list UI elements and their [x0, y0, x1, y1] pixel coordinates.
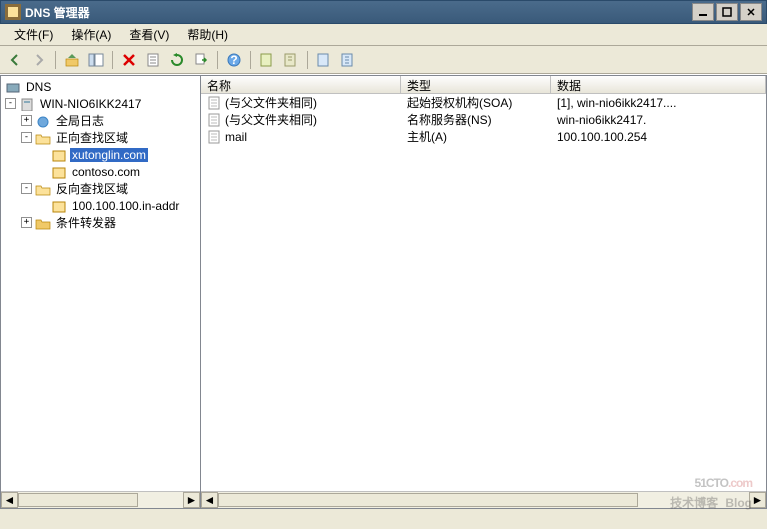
- tree-zone-contoso[interactable]: contoso.com: [1, 163, 200, 180]
- menu-help[interactable]: 帮助(H): [179, 24, 236, 45]
- up-button[interactable]: [61, 49, 83, 71]
- new-record-button[interactable]: [280, 49, 302, 71]
- svg-text:?: ?: [230, 53, 237, 67]
- title-bar: DNS 管理器: [0, 0, 767, 24]
- minimize-button[interactable]: [692, 3, 714, 21]
- collapse-icon[interactable]: -: [21, 132, 32, 143]
- maximize-button[interactable]: [716, 3, 738, 21]
- find-button[interactable]: [337, 49, 359, 71]
- record-name: (与父文件夹相同): [225, 111, 317, 128]
- folder-open-icon: [35, 131, 51, 145]
- tree-global-log[interactable]: + 全局日志: [1, 112, 200, 129]
- record-icon: [207, 96, 221, 110]
- export-button[interactable]: [190, 49, 212, 71]
- collapse-icon[interactable]: -: [5, 98, 16, 109]
- scroll-right-icon[interactable]: ►: [183, 492, 200, 508]
- zone-icon: [51, 199, 67, 213]
- scroll-left-icon[interactable]: ◄: [1, 492, 18, 508]
- dns-icon: [5, 80, 21, 94]
- refresh-button[interactable]: [166, 49, 188, 71]
- tree-server[interactable]: - WIN-NIO6IKK2417: [1, 95, 200, 112]
- back-button[interactable]: [4, 49, 26, 71]
- record-row[interactable]: mail 主机(A) 100.100.100.254: [201, 128, 766, 145]
- toolbar: ?: [0, 46, 767, 74]
- scroll-left-icon[interactable]: ◄: [201, 492, 218, 508]
- tree-panel: DNS - WIN-NIO6IKK2417 + 全局日志 - 正向查找区域: [0, 75, 200, 509]
- scroll-right-icon[interactable]: ►: [749, 492, 766, 508]
- zone-icon: [51, 165, 67, 179]
- folder-open-icon: [35, 182, 51, 196]
- menu-bar: 文件(F) 操作(A) 查看(V) 帮助(H): [0, 24, 767, 46]
- expand-icon[interactable]: +: [21, 115, 32, 126]
- record-name: mail: [225, 130, 247, 144]
- tree-reverse-zones[interactable]: - 反向查找区域: [1, 180, 200, 197]
- list-panel: 名称 类型 数据 (与父文件夹相同) 起始授权机构(SOA) [1], win-ni…: [200, 75, 767, 509]
- help-button[interactable]: ?: [223, 49, 245, 71]
- tree-reverse-zone-100[interactable]: 100.100.100.in-addr: [1, 197, 200, 214]
- record-icon: [207, 113, 221, 127]
- window-title: DNS 管理器: [25, 4, 692, 21]
- log-icon: [35, 114, 51, 128]
- record-type: 名称服务器(NS): [407, 111, 492, 128]
- list-header: 名称 类型 数据: [201, 76, 766, 94]
- forward-button[interactable]: [28, 49, 50, 71]
- collapse-icon[interactable]: -: [21, 183, 32, 194]
- record-data: win-nio6ikk2417.: [557, 113, 646, 127]
- record-type: 主机(A): [407, 128, 447, 145]
- server-icon: [19, 97, 35, 111]
- menu-view[interactable]: 查看(V): [121, 24, 177, 45]
- tree-forward-zones[interactable]: - 正向查找区域: [1, 129, 200, 146]
- record-icon: [207, 130, 221, 144]
- tree-scrollbar-h[interactable]: ◄ ►: [1, 491, 200, 508]
- record-row[interactable]: (与父文件夹相同) 名称服务器(NS) win-nio6ikk2417.: [201, 111, 766, 128]
- new-zone-button[interactable]: [256, 49, 278, 71]
- zone-icon: [51, 148, 67, 162]
- filter-button[interactable]: [313, 49, 335, 71]
- app-icon: [5, 4, 21, 20]
- close-button[interactable]: [740, 3, 762, 21]
- delete-button[interactable]: [118, 49, 140, 71]
- menu-action[interactable]: 操作(A): [63, 24, 119, 45]
- col-type[interactable]: 类型: [401, 76, 551, 93]
- record-name: (与父文件夹相同): [225, 94, 317, 111]
- record-row[interactable]: (与父文件夹相同) 起始授权机构(SOA) [1], win-nio6ikk2417…: [201, 94, 766, 111]
- show-hide-tree-button[interactable]: [85, 49, 107, 71]
- col-data[interactable]: 数据: [551, 76, 766, 93]
- folder-icon: [35, 216, 51, 230]
- col-name[interactable]: 名称: [201, 76, 401, 93]
- expand-icon[interactable]: +: [21, 217, 32, 228]
- menu-file[interactable]: 文件(F): [6, 24, 61, 45]
- tree-conditional-forwarders[interactable]: + 条件转发器: [1, 214, 200, 231]
- record-data: 100.100.100.254: [557, 130, 647, 144]
- tree-root-dns[interactable]: DNS: [1, 78, 200, 95]
- properties-button[interactable]: [142, 49, 164, 71]
- record-type: 起始授权机构(SOA): [407, 94, 512, 111]
- list-scrollbar-h[interactable]: ◄ ►: [201, 491, 766, 508]
- record-data: [1], win-nio6ikk2417....: [557, 96, 676, 110]
- tree-zone-xutonglin[interactable]: xutonglin.com: [1, 146, 200, 163]
